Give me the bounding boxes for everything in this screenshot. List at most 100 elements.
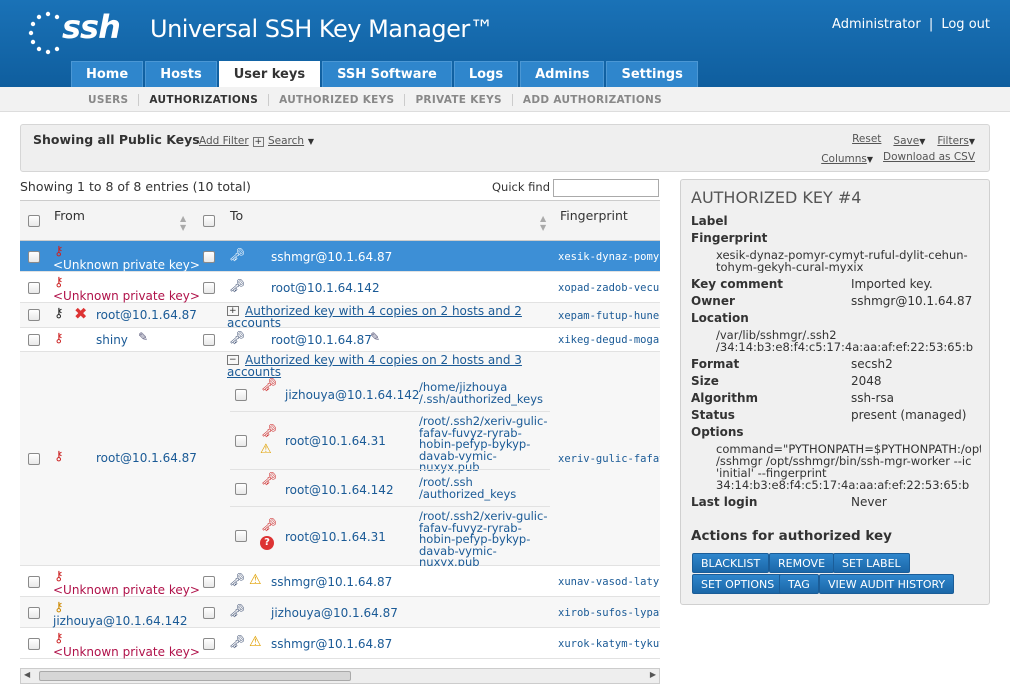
sub-row-checkbox[interactable]	[235, 389, 247, 401]
table-row[interactable]: ⚷ <Unknown private key> 🗝 ⚠ sshmgr@10.1.…	[20, 566, 660, 597]
row-from-checkbox[interactable]	[28, 576, 40, 588]
to-account[interactable]: root@10.1.64.142	[271, 281, 380, 295]
fingerprint[interactable]: xikeg-degud-mogab	[558, 334, 660, 346]
select-all-to-checkbox[interactable]	[203, 215, 215, 227]
tab-settings[interactable]: Settings	[606, 61, 698, 87]
logout-link[interactable]: Log out	[941, 17, 990, 32]
scrollbar-thumb[interactable]	[39, 671, 351, 681]
to-account[interactable]: jizhouya@10.1.64.87	[271, 606, 398, 620]
sort-icon[interactable]: ▲ ▼	[180, 214, 186, 232]
to-account[interactable]: sshmgr@10.1.64.87	[271, 250, 392, 264]
sub-row-checkbox[interactable]	[235, 530, 247, 542]
col-to-header[interactable]: To	[230, 208, 243, 223]
sub-account[interactable]: root@10.1.64.31	[285, 434, 386, 448]
col-from-header[interactable]: From	[54, 208, 85, 223]
sub-key-path[interactable]: /root/.ssh2/xeriv-gulic-fafav-fuvyz-ryra…	[419, 415, 549, 474]
row-from-checkbox[interactable]	[28, 251, 40, 263]
remove-button[interactable]: REMOVE	[769, 553, 835, 573]
horizontal-scrollbar[interactable]: ◀ ▶	[20, 668, 660, 684]
tab-home[interactable]: Home	[71, 61, 144, 87]
col-fingerprint-header[interactable]: Fingerprint	[560, 208, 628, 223]
tag-button[interactable]: TAG	[779, 574, 819, 594]
sub-row-checkbox[interactable]	[235, 435, 247, 447]
tab-hosts[interactable]: Hosts	[145, 61, 217, 87]
table-row[interactable]: ⚷ <Unknown private key> 🗝 sshmgr@10.1.64…	[20, 241, 660, 272]
actions-title: Actions for authorized key	[691, 528, 892, 544]
set-label-button[interactable]: SET LABEL	[833, 553, 910, 573]
search-link[interactable]: Search ▼	[268, 133, 314, 147]
fingerprint[interactable]: xepam-futup-hunep	[558, 310, 660, 322]
scroll-left-icon[interactable]: ◀	[24, 670, 30, 679]
row-to-checkbox[interactable]	[203, 251, 215, 263]
set-options-button[interactable]: SET OPTIONS	[692, 574, 784, 594]
fingerprint[interactable]: xopad-zadob-vecuf	[558, 282, 660, 294]
table-row[interactable]: ⚷ <Unknown private key> 🗝 ⚠ sshmgr@10.1.…	[20, 628, 660, 659]
row-from-checkbox[interactable]	[28, 334, 40, 346]
fingerprint[interactable]: xeriv-gulic-fafav	[558, 453, 660, 465]
table-row[interactable]: ⚷ <Unknown private key> 🗝 root@10.1.64.1…	[20, 272, 660, 303]
sub-row-checkbox[interactable]	[235, 483, 247, 495]
table-row[interactable]: ⚷ jizhouya@10.1.64.142 🗝 jizhouya@10.1.6…	[20, 597, 660, 628]
download-csv-link[interactable]: Download as CSV	[883, 151, 975, 165]
row-to-checkbox[interactable]	[203, 576, 215, 588]
subnav-add-authorizations[interactable]: ADD AUTHORIZATIONS	[511, 93, 672, 106]
save-menu[interactable]: Save▼	[893, 133, 925, 147]
from-account[interactable]: jizhouya@10.1.64.142	[53, 614, 188, 628]
subnav-private-keys[interactable]: PRIVATE KEYS	[404, 93, 511, 106]
row-to-checkbox[interactable]	[203, 607, 215, 619]
scroll-right-icon[interactable]: ▶	[650, 670, 656, 679]
from-account[interactable]: root@10.1.64.87	[96, 308, 197, 322]
tab-ssh-software[interactable]: SSH Software	[322, 61, 452, 87]
from-account[interactable]: root@10.1.64.87	[96, 451, 197, 465]
sub-key-path[interactable]: /root/.ssh /authorized_keys	[419, 476, 549, 500]
row-to-checkbox[interactable]	[203, 334, 215, 346]
row-to-checkbox[interactable]	[203, 282, 215, 294]
table-row[interactable]: ⚷ shiny ✎ 🗝 root@10.1.64.87 ✎ xikeg-degu…	[20, 328, 660, 352]
blacklist-button[interactable]: BLACKLIST	[692, 553, 770, 573]
row-from-checkbox[interactable]	[28, 607, 40, 619]
subnav-users[interactable]: USERS	[78, 94, 138, 106]
sub-account[interactable]: jizhouya@10.1.64.142	[285, 388, 420, 402]
from-account[interactable]: shiny	[96, 333, 128, 347]
administrator-link[interactable]: Administrator	[832, 17, 921, 32]
sort-icon[interactable]: ▲ ▼	[540, 214, 546, 232]
tab-user-keys[interactable]: User keys	[218, 61, 321, 87]
view-audit-history-button[interactable]: VIEW AUDIT HISTORY	[819, 574, 955, 594]
table-row[interactable]: ⚷ root@10.1.64.87 − Authorized key with …	[20, 352, 660, 569]
row-from-checkbox[interactable]	[28, 282, 40, 294]
select-all-from-checkbox[interactable]	[28, 215, 40, 227]
row-to-checkbox[interactable]	[203, 638, 215, 650]
pencil-icon[interactable]: ✎	[138, 330, 148, 344]
tab-admins[interactable]: Admins	[520, 61, 605, 87]
columns-menu[interactable]: Columns▼	[821, 151, 873, 165]
add-filter-link[interactable]: Add Filter +	[199, 133, 265, 147]
quick-find-input[interactable]	[553, 179, 659, 197]
subnav-authorizations[interactable]: AUTHORIZATIONS	[138, 93, 268, 106]
fingerprint[interactable]: xurok-katym-tykuv	[558, 638, 660, 650]
table-row[interactable]: ⚷ ✖ root@10.1.64.87 + Authorized key wit…	[20, 303, 660, 329]
reset-link[interactable]: Reset	[852, 133, 881, 147]
tab-logs[interactable]: Logs	[453, 61, 519, 87]
sub-account[interactable]: root@10.1.64.142	[285, 483, 394, 497]
subnav-authorized-keys[interactable]: AUTHORIZED KEYS	[268, 93, 404, 106]
row-from-checkbox[interactable]	[28, 453, 40, 465]
sub-account[interactable]: root@10.1.64.31	[285, 530, 386, 544]
to-account[interactable]: sshmgr@10.1.64.87	[271, 575, 392, 589]
sub-key-path[interactable]: /home/jizhouya /.ssh/authorized_keys	[419, 381, 549, 405]
algorithm-value: ssh-rsa	[851, 391, 894, 405]
sub-key-path[interactable]: /root/.ssh2/xeriv-gulic-fafav-fuvyz-ryra…	[419, 510, 549, 569]
filters-menu[interactable]: Filters▼	[937, 133, 975, 147]
fingerprint[interactable]: xunav-vasod-latyk	[558, 576, 660, 588]
pencil-icon[interactable]: ✎	[370, 330, 380, 344]
fingerprint[interactable]: xirob-sufos-lypav	[558, 607, 660, 619]
fingerprint[interactable]: xesik-dynaz-pomyr	[558, 251, 660, 263]
logo-text: ssh	[62, 8, 121, 46]
authorized-key-group-link[interactable]: Authorized key with 4 copies on 2 hosts …	[227, 354, 527, 378]
row-from-checkbox[interactable]	[28, 638, 40, 650]
authorized-key-group-link[interactable]: Authorized key with 4 copies on 2 hosts …	[227, 305, 527, 329]
size-value: 2048	[851, 374, 882, 388]
to-account[interactable]: root@10.1.64.87	[271, 333, 372, 347]
warning-icon: ⚠	[249, 634, 262, 650]
row-from-checkbox[interactable]	[28, 309, 40, 321]
to-account[interactable]: sshmgr@10.1.64.87	[271, 637, 392, 651]
